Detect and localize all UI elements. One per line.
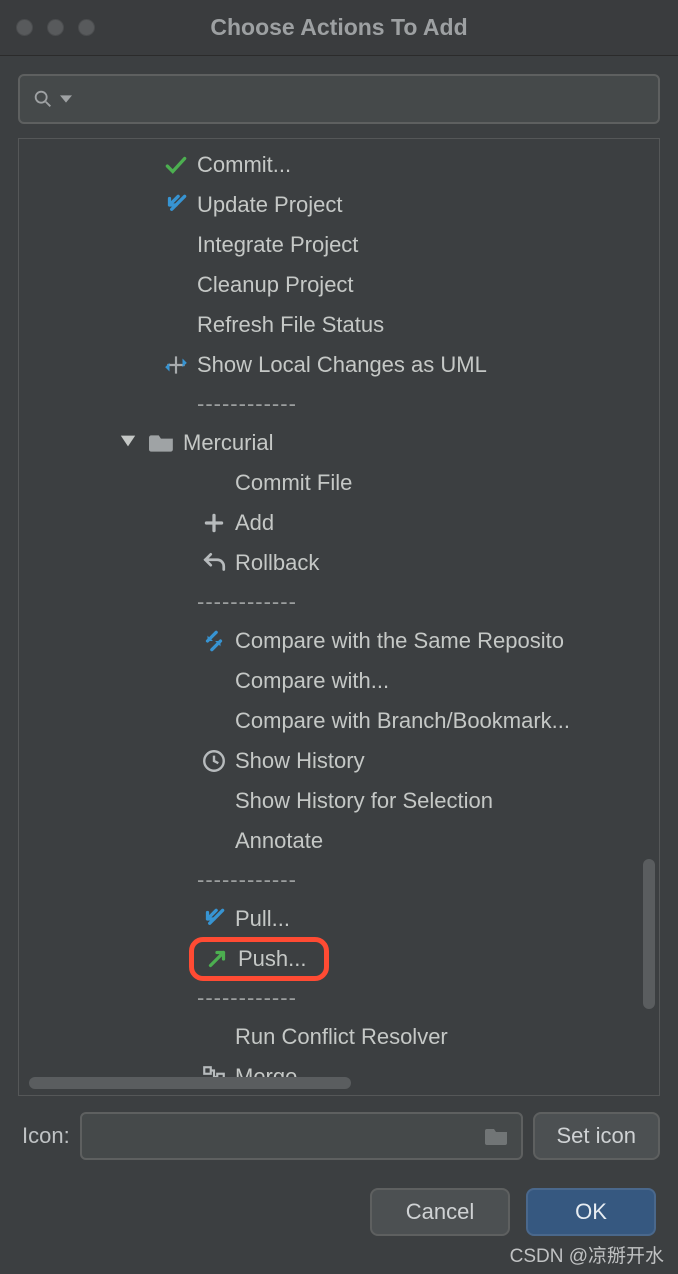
search-input[interactable] — [18, 74, 660, 124]
tree-item[interactable]: Compare with Branch/Bookmark... — [19, 701, 659, 741]
tree-item-label: Run Conflict Resolver — [235, 1024, 448, 1050]
tree-item[interactable]: Show Local Changes as UML — [19, 345, 659, 385]
separator: ------------ — [19, 979, 659, 1017]
tree-item-label: Commit... — [197, 152, 291, 178]
tree-item[interactable]: Compare with... — [19, 661, 659, 701]
tree-item-label: Compare with Branch/Bookmark... — [235, 708, 570, 734]
tree-item[interactable]: Compare with the Same Reposito — [19, 621, 659, 661]
tree-item[interactable]: Cleanup Project — [19, 265, 659, 305]
expand-icon[interactable] — [119, 430, 137, 456]
tree-item-label: Integrate Project — [197, 232, 358, 258]
arrow-down-blue-icon — [197, 906, 231, 932]
set-icon-button[interactable]: Set icon — [533, 1112, 661, 1160]
tree-group[interactable]: Mercurial — [19, 423, 659, 463]
ok-button[interactable]: OK — [526, 1188, 656, 1236]
separator: ------------ — [19, 583, 659, 621]
tree-item[interactable]: Commit... — [19, 145, 659, 185]
separator: ------------ — [19, 861, 659, 899]
dialog-content: Commit... Update Project Integrate Project… — [0, 56, 678, 1096]
tree-item-label: Show History for Selection — [235, 788, 493, 814]
tree-item-label: Push... — [238, 946, 306, 972]
tree-item[interactable]: Run Conflict Resolver — [19, 1017, 659, 1057]
arrow-down-blue-icon — [159, 192, 193, 218]
titlebar: Choose Actions To Add — [0, 0, 678, 56]
tree-item[interactable]: Integrate Project — [19, 225, 659, 265]
tree-item-label: Annotate — [235, 828, 323, 854]
tree-item-label: Refresh File Status — [197, 312, 384, 338]
tree-item-label: Mercurial — [183, 430, 273, 456]
tree-item[interactable]: Show History for Selection — [19, 781, 659, 821]
tree-item-label: Show History — [235, 748, 365, 774]
dialog-buttons: Cancel OK — [0, 1160, 678, 1236]
tree-item-label: Show Local Changes as UML — [197, 352, 487, 378]
window-title: Choose Actions To Add — [0, 14, 678, 41]
tree-item-label: Compare with the Same Reposito — [235, 628, 564, 654]
undo-icon — [197, 550, 231, 576]
tree-item[interactable]: Commit File — [19, 463, 659, 503]
tree-item[interactable]: Annotate — [19, 821, 659, 861]
tree-item-label: Pull... — [235, 906, 290, 932]
horizontal-scrollbar[interactable] — [29, 1077, 649, 1089]
tree-item-label: Cleanup Project — [197, 272, 354, 298]
folder-icon — [145, 430, 179, 456]
tree-item-label: Compare with... — [235, 668, 389, 694]
icon-path-input[interactable] — [80, 1112, 523, 1160]
plus-icon — [197, 510, 231, 536]
separator: ------------ — [19, 385, 659, 423]
tree-item[interactable]: Pull... — [19, 899, 659, 939]
arrow-up-green-icon — [200, 946, 234, 972]
tree-item[interactable]: Refresh File Status — [19, 305, 659, 345]
tree-item-label: Commit File — [235, 470, 352, 496]
tree-item[interactable]: Rollback — [19, 543, 659, 583]
cancel-button[interactable]: Cancel — [370, 1188, 510, 1236]
tree-item-label: Add — [235, 510, 274, 536]
search-icon — [32, 88, 54, 110]
chevron-down-icon — [60, 93, 72, 105]
watermark: CSDN @凉掰开水 — [510, 1241, 664, 1268]
highlighted-item: Push... — [189, 937, 329, 981]
tree-item[interactable]: Add — [19, 503, 659, 543]
clock-icon — [197, 748, 231, 774]
folder-icon — [485, 1126, 509, 1146]
uml-diff-icon — [159, 352, 193, 378]
icon-field-label: Icon: — [22, 1123, 70, 1149]
diff-blue-icon — [197, 628, 231, 654]
vertical-scrollbar[interactable] — [643, 859, 655, 1009]
tree-item-label: Rollback — [235, 550, 319, 576]
icon-row: Icon: Set icon — [0, 1096, 678, 1160]
tree-item-label: Update Project — [197, 192, 343, 218]
tree-item[interactable]: Push... — [19, 939, 659, 979]
actions-tree[interactable]: Commit... Update Project Integrate Project… — [18, 138, 660, 1096]
tree-item[interactable]: Update Project — [19, 185, 659, 225]
tree-item[interactable]: Show History — [19, 741, 659, 781]
check-green-icon — [159, 152, 193, 178]
